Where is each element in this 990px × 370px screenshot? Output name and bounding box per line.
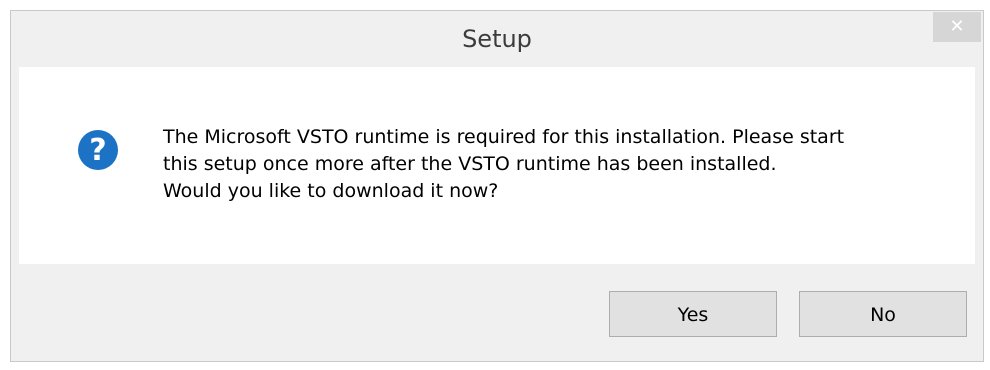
close-icon: ✕ xyxy=(949,16,965,37)
close-button[interactable]: ✕ xyxy=(933,12,981,42)
setup-dialog-window: Setup ✕ ? The Microsoft VSTO runtime is … xyxy=(10,10,984,362)
title-bar[interactable]: Setup ✕ xyxy=(11,11,983,67)
yes-button[interactable]: Yes xyxy=(609,291,777,337)
dialog-content: ? The Microsoft VSTO runtime is required… xyxy=(19,67,975,264)
dialog-message: The Microsoft VSTO runtime is required f… xyxy=(163,124,953,205)
message-line-3: Would you like to download it now? xyxy=(163,180,499,202)
question-icon-glyph: ? xyxy=(89,133,106,168)
dialog-footer: Yes No xyxy=(19,264,975,354)
window-title: Setup xyxy=(462,25,532,53)
question-icon: ? xyxy=(78,130,118,170)
no-button[interactable]: No xyxy=(799,291,967,337)
message-line-1: The Microsoft VSTO runtime is required f… xyxy=(163,126,845,148)
message-line-2: this setup once more after the VSTO runt… xyxy=(163,153,777,175)
